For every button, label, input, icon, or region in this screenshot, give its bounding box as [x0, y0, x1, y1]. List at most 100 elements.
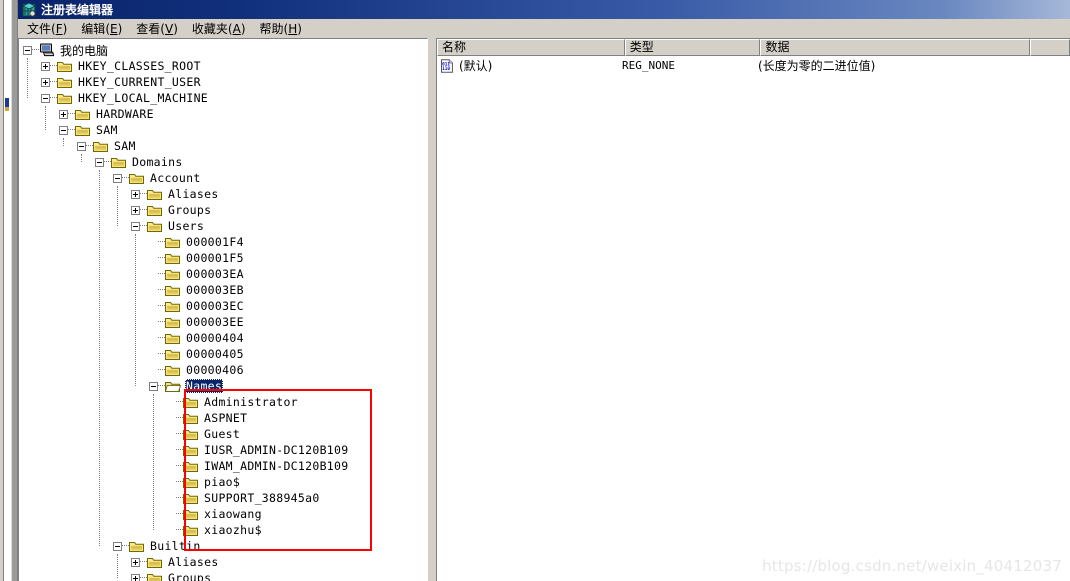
tree-node-000001f5[interactable]: 000001F5 [19, 250, 427, 266]
column-header-类型[interactable]: 类型 [624, 39, 761, 56]
menu-help[interactable]: 帮助(H) [253, 19, 309, 38]
tree-connector [158, 289, 165, 291]
tree-node-hkey-local-machine[interactable]: HKEY_LOCAL_MACHINE [19, 90, 427, 106]
svg-text:110: 110 [442, 66, 450, 72]
collapse-icon[interactable] [131, 221, 140, 231]
tree-node-000003ee[interactable]: 000003EE [19, 314, 427, 330]
registry-editor-window: 注册表编辑器 文件(F) 编辑(E) 查看(V) 收藏夹(A) 帮助(H) 我的… [18, 0, 1070, 581]
tree-node-support-388945a0[interactable]: SUPPORT_388945a0 [19, 490, 427, 506]
folder-icon [129, 172, 145, 185]
tree-node-00000405[interactable]: 00000405 [19, 346, 427, 362]
value-type: REG_NONE [622, 59, 675, 72]
watermark: https://blog.csdn.net/weixin_40412037 [762, 557, 1062, 575]
tree-node-groups[interactable]: Groups [19, 570, 427, 581]
registry-editor-screen: 注册表编辑器 文件(F) 编辑(E) 查看(V) 收藏夹(A) 帮助(H) 我的… [0, 0, 1070, 581]
menu-help-mnemonic: H [288, 22, 298, 36]
tree-node-sam[interactable]: SAM [19, 138, 427, 154]
pane-splitter[interactable] [428, 38, 436, 581]
tree-node-groups[interactable]: Groups [19, 202, 427, 218]
collapse-icon[interactable] [77, 141, 86, 151]
collapse-icon[interactable] [95, 157, 104, 167]
tree-node-administrator[interactable]: Administrator [19, 394, 427, 410]
folder-icon [57, 60, 73, 73]
tree-guide-line [81, 154, 83, 162]
tree-node-piao-[interactable]: piao$ [19, 474, 427, 490]
column-header-名称[interactable]: 名称 [437, 39, 625, 56]
tree-node-guest[interactable]: Guest [19, 426, 427, 442]
tree-node-aliases[interactable]: Aliases [19, 186, 427, 202]
expand-icon[interactable] [59, 109, 68, 119]
expand-icon[interactable] [41, 61, 50, 71]
tree-node-00000406[interactable]: 00000406 [19, 362, 427, 378]
binary-value-icon: 011 110 [440, 58, 454, 73]
folder-icon [165, 364, 181, 377]
collapse-icon[interactable] [113, 173, 122, 183]
expand-icon[interactable] [131, 557, 140, 567]
tree-connector [32, 49, 39, 51]
tree-node-label: xiaowang [204, 507, 262, 521]
tree-connector [176, 529, 183, 531]
menu-edit[interactable]: 编辑(E) [74, 19, 129, 38]
menu-help-label: 帮助 [259, 22, 284, 36]
folder-icon [75, 108, 91, 121]
value-row[interactable]: 011 110 (默认) REG_NONE (长度为零的二进位值) [437, 57, 1070, 74]
tree-node-label: 000001F5 [186, 251, 244, 265]
tree-node-000001f4[interactable]: 000001F4 [19, 234, 427, 250]
menu-favorites-mnemonic: A [232, 22, 241, 36]
tree-node-label: HKEY_LOCAL_MACHINE [78, 91, 209, 105]
tree-node-label: Groups [168, 571, 212, 581]
value-name: (默认) [459, 59, 493, 73]
menu-view[interactable]: 查看(V) [129, 19, 185, 38]
tree-node-account[interactable]: Account [19, 170, 427, 186]
tree-node-sam[interactable]: SAM [19, 122, 427, 138]
menu-favorites[interactable]: 收藏夹(A) [185, 19, 253, 38]
tree-node-names[interactable]: Names [19, 378, 427, 394]
values-column-header: 名称 类型 数据 [437, 39, 1070, 56]
tree-connector [122, 177, 129, 179]
expand-icon[interactable] [41, 77, 50, 87]
collapse-icon[interactable] [23, 45, 32, 55]
tree-node--[interactable]: 我的电脑 [19, 42, 427, 58]
menu-file[interactable]: 文件(F) [20, 19, 74, 38]
tree-node-000003ec[interactable]: 000003EC [19, 298, 427, 314]
tree-node-000003eb[interactable]: 000003EB [19, 282, 427, 298]
tree-node-iwam-admin-dc120b109[interactable]: IWAM_ADMIN-DC120B109 [19, 458, 427, 474]
tree-node-hkey-current-user[interactable]: HKEY_CURRENT_USER [19, 74, 427, 90]
tree-node-aliases[interactable]: Aliases [19, 554, 427, 570]
background-window-scrollbar[interactable] [11, 0, 17, 581]
tree-node-label: 000003EC [186, 299, 244, 313]
registry-values-pane[interactable]: 名称 类型 数据 011 110 (默认) REG_NONE (长度为零的二进位值) [436, 38, 1070, 581]
expand-icon[interactable] [131, 189, 140, 199]
column-header-blank-3[interactable] [1030, 39, 1070, 56]
tree-node-users[interactable]: Users [19, 218, 427, 234]
tree-node-aspnet[interactable]: ASPNET [19, 410, 427, 426]
tree-node-builtin[interactable]: Builtin [19, 538, 427, 554]
tree-node-000003ea[interactable]: 000003EA [19, 266, 427, 282]
registry-tree-pane[interactable]: 我的电脑 HKEY_CLASSES_ROOT HKEY_CURRENT_USER HK… [18, 38, 428, 581]
column-header-数据[interactable]: 数据 [760, 39, 1031, 56]
collapse-icon[interactable] [149, 381, 158, 391]
registry-editor-icon [21, 2, 37, 18]
folder-icon [183, 412, 199, 425]
collapse-icon[interactable] [113, 541, 122, 551]
tree-connector [176, 449, 183, 451]
tree-node-00000404[interactable]: 00000404 [19, 330, 427, 346]
tree-node-xiaozhu-[interactable]: xiaozhu$ [19, 522, 427, 538]
menu-file-label: 文件 [27, 22, 52, 36]
folder-icon [165, 300, 181, 313]
collapse-icon[interactable] [41, 93, 50, 103]
folder-icon [183, 508, 199, 521]
tree-node-hkey-classes-root[interactable]: HKEY_CLASSES_ROOT [19, 58, 427, 74]
collapse-icon[interactable] [59, 125, 68, 135]
tree-node-hardware[interactable]: HARDWARE [19, 106, 427, 122]
expand-icon[interactable] [131, 205, 140, 215]
tree-connector [122, 545, 129, 547]
tree-node-xiaowang[interactable]: xiaowang [19, 506, 427, 522]
background-window-mark-secondary [5, 107, 9, 111]
tree-node-iusr-admin-dc120b109[interactable]: IUSR_ADMIN-DC120B109 [19, 442, 427, 458]
background-window-edge [0, 0, 4, 581]
title-bar[interactable]: 注册表编辑器 [18, 0, 1070, 19]
content-area: 我的电脑 HKEY_CLASSES_ROOT HKEY_CURRENT_USER HK… [18, 38, 1070, 581]
expand-icon[interactable] [131, 573, 140, 581]
